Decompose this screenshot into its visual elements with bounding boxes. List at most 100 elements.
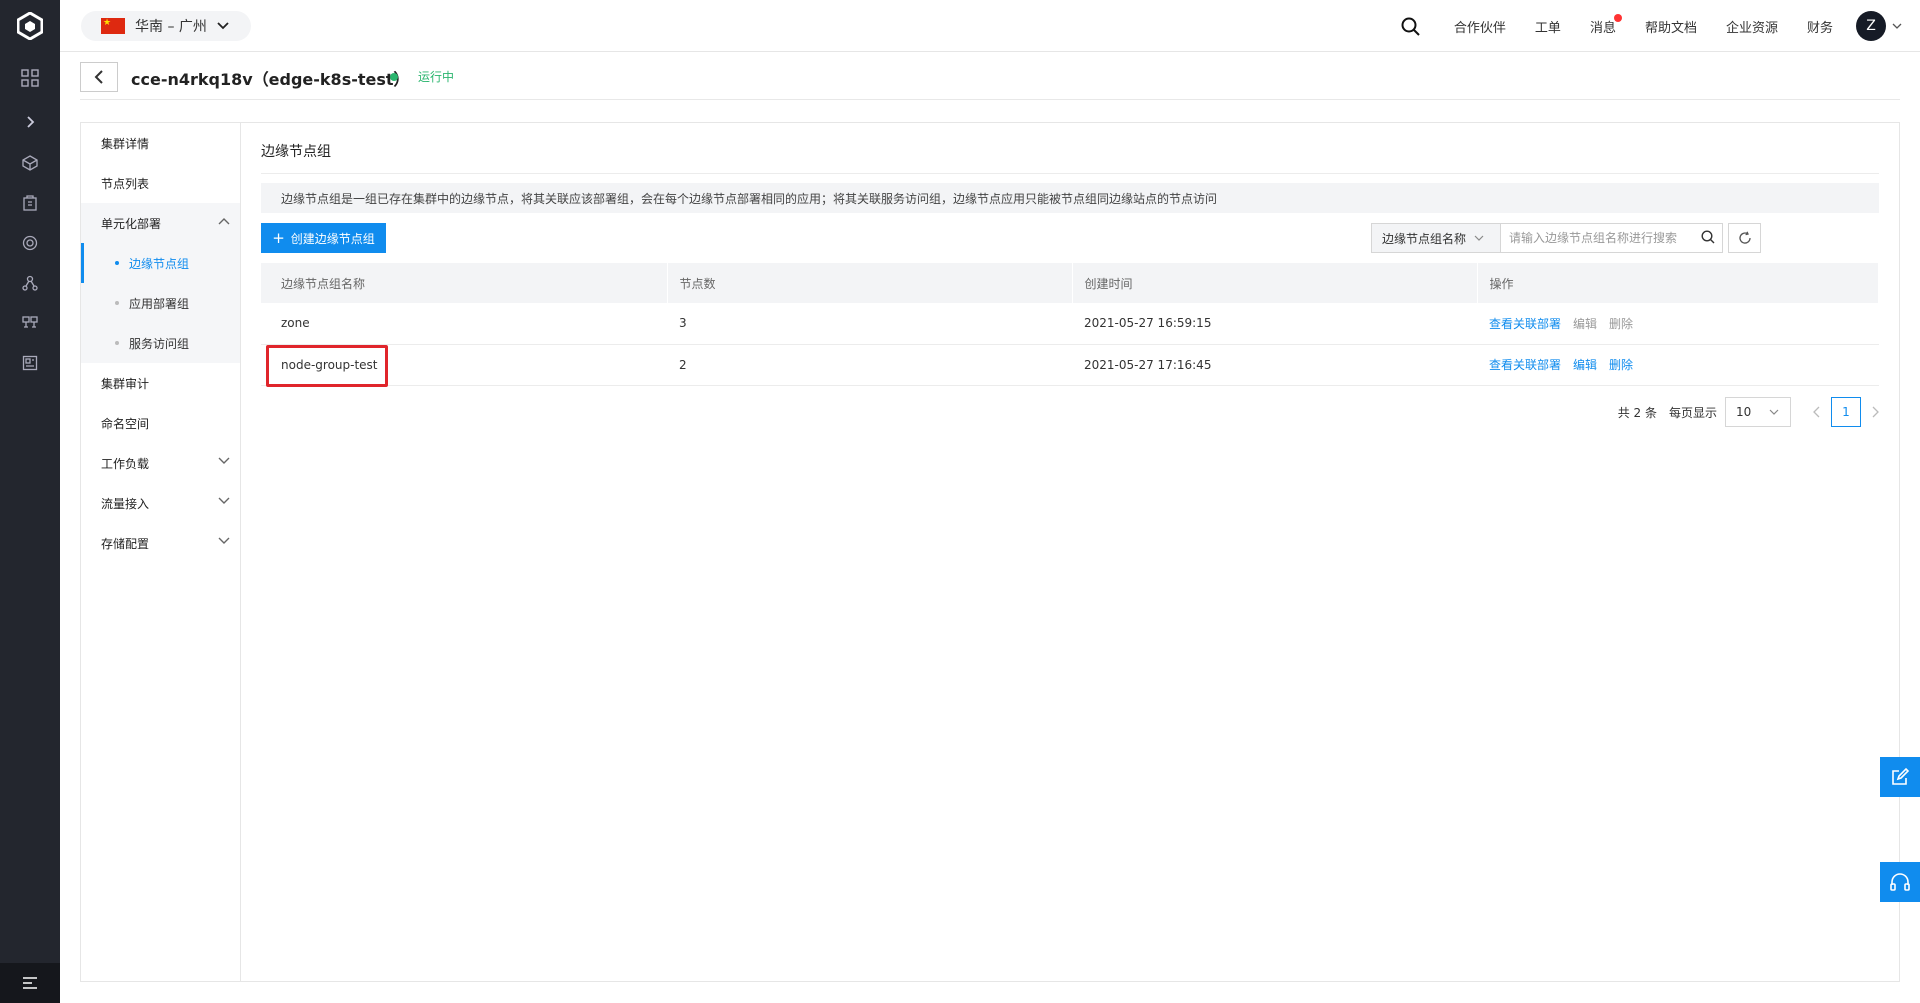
main-frame: 集群详情 节点列表 单元化部署 边缘节点组 应用部署组 服务访问组 集群审计 命… — [80, 122, 1900, 982]
expand-chevron-icon[interactable] — [0, 102, 60, 142]
info-bar: 边缘节点组是一组已存在集群中的边缘节点，将其关联应该部署组，会在每个边缘节点部署… — [261, 183, 1879, 213]
topology-icon[interactable] — [0, 303, 60, 343]
chevron-down-icon — [218, 497, 230, 504]
plus-icon: + — [272, 229, 285, 247]
sidebar-item-label: 工作负载 — [101, 456, 150, 471]
status-badge: 运行中 — [390, 68, 454, 85]
section-title: 边缘节点组 — [261, 144, 331, 160]
cell-created: 2021-05-27 17:16:45 — [1072, 344, 1477, 386]
region-selector[interactable]: 华南 – 广州 — [81, 11, 251, 41]
sidebar-item-unit-deploy[interactable]: 单元化部署 — [81, 203, 240, 243]
pager-total: 共 2 条 — [1617, 405, 1657, 420]
divider — [261, 173, 1879, 174]
nav-partners[interactable]: 合作伙伴 — [1454, 17, 1506, 36]
content-area: 边缘节点组 边缘节点组是一组已存在集群中的边缘节点，将其关联应该部署组，会在每个… — [241, 123, 1899, 981]
left-rail — [0, 0, 60, 1003]
highlight-box — [266, 344, 388, 387]
sidebar-item-app-deploy-group[interactable]: 应用部署组 — [81, 283, 240, 323]
avatar[interactable]: Z — [1856, 11, 1886, 41]
user-menu[interactable]: Z — [1856, 11, 1902, 41]
sidebar-item-node-list[interactable]: 节点列表 — [81, 163, 240, 203]
sidebar-item-label: 流量接入 — [101, 496, 150, 511]
create-button-label: 创建边缘节点组 — [290, 231, 375, 246]
table-header-row: 边缘节点组名称 节点数 创建时间 操作 — [261, 263, 1879, 303]
column-header-created: 创建时间 — [1072, 263, 1478, 303]
pager-per-page-label: 每页显示 — [1668, 405, 1717, 420]
network-icon[interactable] — [0, 263, 60, 303]
status-dot — [390, 72, 398, 81]
cell-name: node-group-test — [261, 344, 667, 387]
page-number-current[interactable]: 1 — [1831, 397, 1861, 427]
cluster-sidenav: 集群详情 节点列表 单元化部署 边缘节点组 应用部署组 服务访问组 集群审计 命… — [81, 123, 241, 981]
chevron-left-icon — [94, 70, 103, 84]
menu-toggle-icon[interactable] — [0, 963, 60, 1003]
sidebar-item-storage-config[interactable]: 存储配置 — [81, 523, 240, 563]
nav-tickets[interactable]: 工单 — [1535, 17, 1561, 36]
sidebar-item-edge-node-group[interactable]: 边缘节点组 — [81, 243, 240, 283]
next-page-button[interactable] — [1871, 406, 1879, 418]
view-deployments-link[interactable]: 查看关联部署 — [1489, 317, 1561, 331]
search-icon[interactable] — [1401, 17, 1420, 36]
customer-service-button[interactable] — [1880, 862, 1920, 902]
column-header-nodes: 节点数 — [667, 263, 1073, 303]
search-field-select[interactable]: 边缘节点组名称 — [1371, 223, 1501, 253]
nav-enterprise[interactable]: 企业资源 — [1726, 17, 1778, 36]
sidebar-item-cluster-detail[interactable]: 集群详情 — [81, 123, 240, 163]
cell-nodes: 3 — [667, 303, 1072, 345]
logo-icon[interactable] — [0, 0, 60, 52]
target-icon[interactable] — [0, 223, 60, 263]
building-icon[interactable] — [0, 183, 60, 223]
edit-link: 编辑 — [1573, 316, 1598, 331]
edge-node-group-table: 边缘节点组名称 节点数 创建时间 操作 zone 3 2021-05-27 16… — [261, 263, 1879, 387]
search-icon[interactable] — [1701, 230, 1715, 247]
prev-page-button[interactable] — [1813, 406, 1821, 418]
bullet-icon — [115, 301, 119, 305]
grid-icon[interactable] — [0, 58, 60, 98]
sidebar-item-service-access-group[interactable]: 服务访问组 — [81, 323, 240, 363]
nav-finance[interactable]: 财务 — [1807, 17, 1833, 36]
headset-icon — [1890, 873, 1910, 891]
cell-operations: 查看关联部署 编辑 删除 — [1477, 303, 1879, 345]
cube-icon[interactable] — [0, 143, 60, 183]
chevron-down-icon — [1892, 23, 1902, 29]
search-input[interactable] — [1501, 223, 1723, 253]
top-nav: 合作伙伴 工单 消息 帮助文档 企业资源 财务 Z — [1401, 0, 1920, 52]
create-edge-node-group-button[interactable]: + 创建边缘节点组 — [261, 223, 386, 253]
chevron-down-icon — [218, 537, 230, 544]
bullet-icon — [115, 341, 119, 345]
refresh-button[interactable] — [1728, 223, 1761, 253]
delete-link[interactable]: 删除 — [1609, 358, 1633, 372]
sidebar-item-label: 单元化部署 — [101, 216, 162, 231]
back-button[interactable] — [80, 62, 118, 92]
sidebar-item-label: 服务访问组 — [129, 336, 190, 351]
sidebar-item-cluster-audit[interactable]: 集群审计 — [81, 363, 240, 403]
feedback-button[interactable] — [1880, 757, 1920, 797]
nav-docs[interactable]: 帮助文档 — [1645, 17, 1697, 36]
notification-dot — [1613, 13, 1622, 22]
table-row: zone 3 2021-05-27 16:59:15 查看关联部署 编辑 删除 — [261, 303, 1879, 345]
page-size-select[interactable]: 10 — [1725, 397, 1791, 427]
top-bar: 华南 – 广州 合作伙伴 工单 消息 帮助文档 企业资源 财务 Z — [60, 0, 1920, 52]
page-size-value: 10 — [1736, 405, 1752, 419]
cell-name: zone — [261, 303, 667, 345]
search-field-label: 边缘节点组名称 — [1382, 231, 1467, 246]
status-text: 运行中 — [418, 70, 455, 84]
panel-icon[interactable] — [0, 343, 60, 383]
cell-created: 2021-05-27 16:59:15 — [1072, 303, 1477, 345]
column-header-operations: 操作 — [1477, 263, 1879, 303]
info-text: 边缘节点组是一组已存在集群中的边缘节点，将其关联应该部署组，会在每个边缘节点部署… — [281, 191, 1218, 206]
cell-nodes: 2 — [667, 344, 1072, 386]
sidebar-item-traffic-ingress[interactable]: 流量接入 — [81, 483, 240, 523]
chevron-down-icon — [1769, 409, 1779, 415]
page-title: cce-n4rkq18v（edge-k8s-test） — [131, 70, 410, 89]
bullet-icon — [115, 261, 119, 265]
chevron-left-icon — [1813, 406, 1820, 418]
edit-link[interactable]: 编辑 — [1573, 358, 1597, 372]
view-deployments-link[interactable]: 查看关联部署 — [1489, 358, 1561, 372]
nav-messages-label: 消息 — [1589, 20, 1616, 36]
search-group: 边缘节点组名称 — [1371, 223, 1761, 253]
sidebar-item-namespace[interactable]: 命名空间 — [81, 403, 240, 443]
chevron-down-icon — [1474, 235, 1484, 241]
nav-messages[interactable]: 消息 — [1589, 13, 1622, 36]
sidebar-item-workload[interactable]: 工作负载 — [81, 443, 240, 483]
